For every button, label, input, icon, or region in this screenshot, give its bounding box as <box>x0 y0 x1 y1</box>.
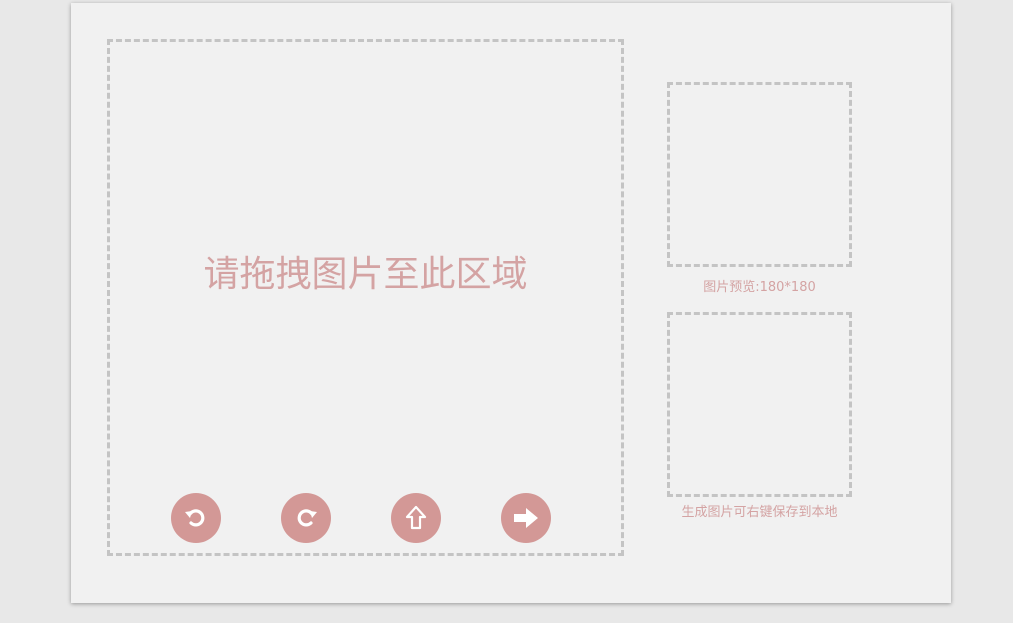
next-button[interactable] <box>501 493 551 543</box>
drop-prompt: 请拖拽图片至此区域 <box>203 254 528 295</box>
preview-caption: 图片预览:180*180 <box>703 280 816 295</box>
upload-button[interactable] <box>391 493 441 543</box>
rotate-left-icon <box>183 505 209 531</box>
editor-panel: 请拖拽图片至此区域 图片预览:180*180 生成图片可右键保存到本地 <box>71 3 951 603</box>
rotate-right-icon <box>293 505 319 531</box>
preview-box <box>667 82 852 267</box>
output-box[interactable] <box>667 312 852 497</box>
output-caption: 生成图片可右键保存到本地 <box>681 505 838 520</box>
arrow-right-icon <box>512 505 540 531</box>
rotate-left-button[interactable] <box>171 493 221 543</box>
upload-icon <box>403 505 429 531</box>
image-drop-zone[interactable]: 请拖拽图片至此区域 <box>107 39 624 556</box>
rotate-right-button[interactable] <box>281 493 331 543</box>
